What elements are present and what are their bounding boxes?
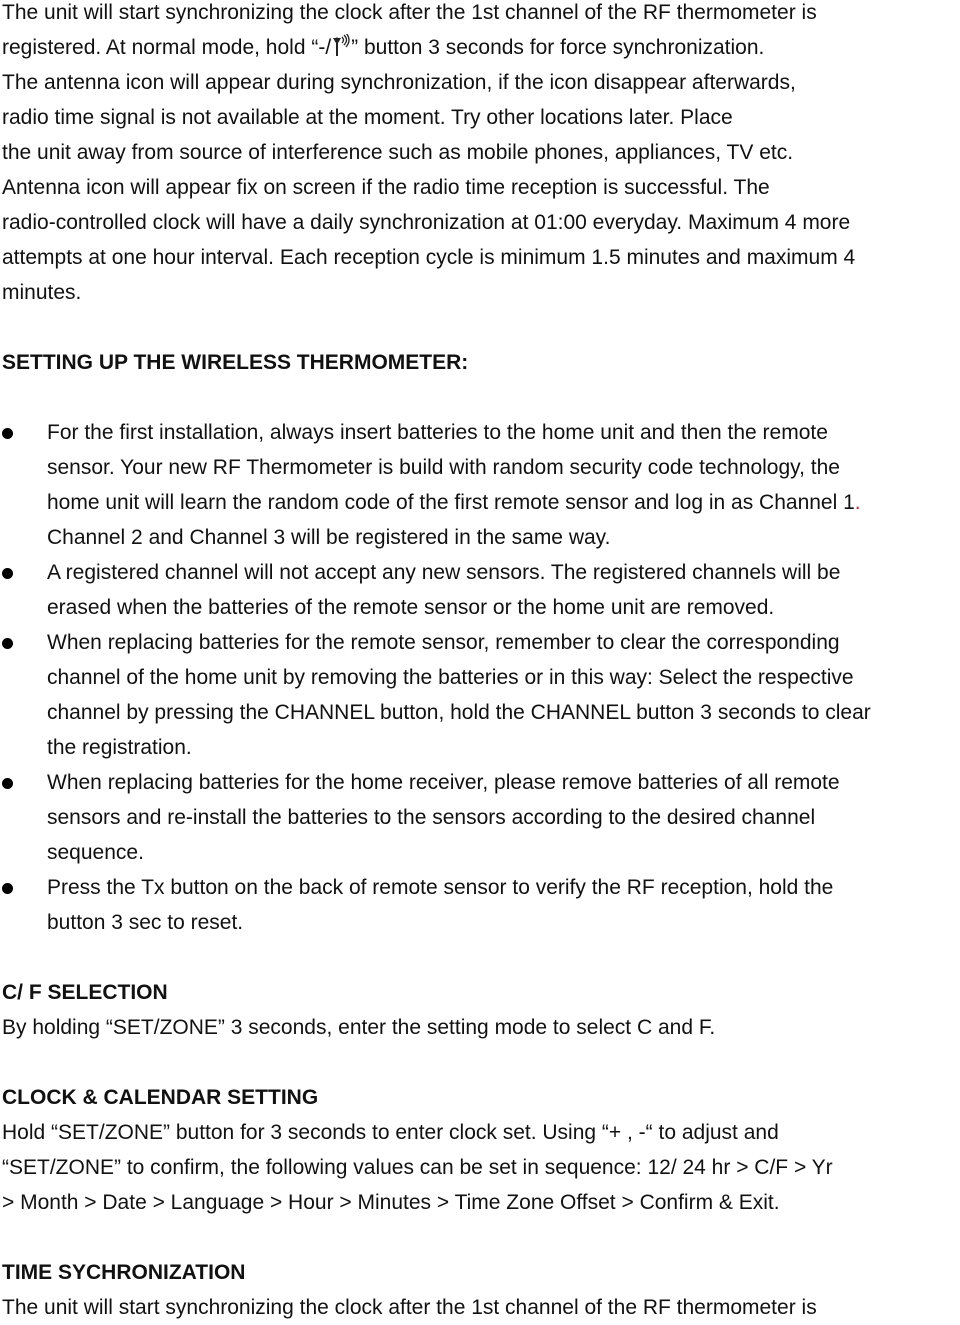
wireless-bullet-list: For the first installation, always inser…: [2, 415, 960, 940]
text-line: When replacing batteries for the home re…: [47, 771, 840, 794]
list-item: When replacing batteries for the remote …: [2, 625, 960, 765]
text-line: “SET/ZONE” to confirm, the following val…: [2, 1156, 833, 1179]
list-item: Press the Tx button on the back of remot…: [2, 870, 960, 940]
text-line: minutes.: [2, 281, 82, 304]
bullet-icon: [2, 883, 13, 894]
text-line: A registered channel will not accept any…: [47, 561, 841, 584]
text-line: When replacing batteries for the remote …: [47, 631, 840, 654]
section-heading-wireless: SETTING UP THE WIRELESS THERMOMETER:: [2, 351, 469, 374]
text-line: channel of the home unit by removing the…: [47, 666, 854, 689]
bullet-icon: [2, 568, 13, 579]
section-heading-time-sync: TIME SYCHRONIZATION: [2, 1261, 246, 1284]
text-line: Channel 2 and Channel 3 will be register…: [47, 526, 611, 549]
text-line: registered. At normal mode, hold “-/” bu…: [2, 30, 960, 65]
list-item: For the first installation, always inser…: [2, 415, 960, 555]
antenna-signal-icon: [331, 32, 351, 58]
bullet-icon: [2, 778, 13, 789]
section-heading-clock-calendar: CLOCK & CALENDAR SETTING: [2, 1086, 319, 1109]
red-period: .: [854, 491, 861, 514]
text-line: The unit will start synchronizing the cl…: [2, 1296, 817, 1319]
text-line: By holding “SET/ZONE” 3 seconds, enter t…: [2, 1016, 716, 1039]
text-line: The unit will start synchronizing the cl…: [2, 1, 817, 24]
text-line: Press the Tx button on the back of remot…: [47, 876, 834, 899]
list-item: A registered channel will not accept any…: [2, 555, 960, 625]
text-line: channel by pressing the CHANNEL button, …: [47, 701, 871, 724]
text-line: The antenna icon will appear during sync…: [2, 71, 796, 94]
text-line: the unit away from source of interferenc…: [2, 141, 794, 164]
list-item: When replacing batteries for the home re…: [2, 765, 960, 870]
section-heading-cf-selection: C/ F SELECTION: [2, 981, 168, 1004]
text-line: For the first installation, always inser…: [47, 421, 828, 444]
bullet-icon: [2, 638, 13, 649]
text-line: > Month > Date > Language > Hour > Minut…: [2, 1191, 780, 1214]
text-line: sensors and re-install the batteries to …: [47, 806, 816, 829]
document-page: The unit will start synchronizing the cl…: [2, 0, 960, 1325]
text-line: sensor. Your new RF Thermometer is build…: [47, 456, 840, 479]
text-line: attempts at one hour interval. Each rece…: [2, 246, 856, 269]
text-line: home unit will learn the random code of …: [47, 491, 861, 514]
text-line: Antenna icon will appear fix on screen i…: [2, 176, 770, 199]
text-line: erased when the batteries of the remote …: [47, 596, 775, 619]
bullet-icon: [2, 428, 13, 439]
text-line: sequence.: [47, 841, 144, 864]
text-line: Hold “SET/ZONE” button for 3 seconds to …: [2, 1121, 779, 1144]
text-line: button 3 sec to reset.: [47, 911, 244, 934]
text-line: the registration.: [47, 736, 192, 759]
text-line: radio-controlled clock will have a daily…: [2, 211, 851, 234]
text-line: radio time signal is not available at th…: [2, 106, 733, 129]
intro-paragraph: The unit will start synchronizing the cl…: [2, 0, 960, 310]
